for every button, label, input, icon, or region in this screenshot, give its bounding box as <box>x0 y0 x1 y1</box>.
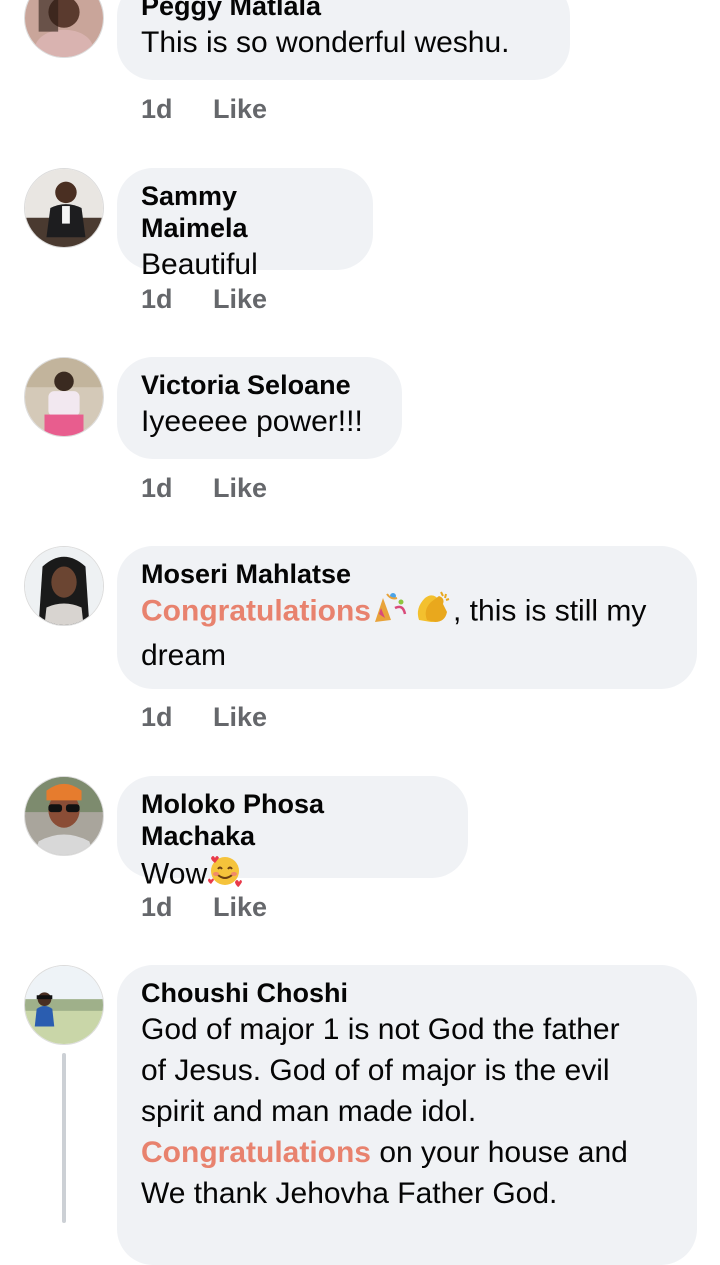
comment-text-line: dream <box>141 639 227 672</box>
comment-time[interactable]: 1d <box>141 473 213 504</box>
clapping-hands-emoji <box>413 590 451 635</box>
like-button[interactable]: Like <box>213 892 267 923</box>
avatar[interactable] <box>24 776 104 856</box>
comment-text-part: , this is still my <box>453 594 647 628</box>
comment-meta: 1d Like <box>141 892 267 923</box>
commenter-name[interactable]: Moloko Phosa Machaka <box>141 788 444 852</box>
avatar[interactable] <box>24 168 104 248</box>
comment-time[interactable]: 1d <box>141 284 213 315</box>
comment-meta: 1d Like <box>141 284 267 315</box>
comment-bubble[interactable]: Peggy Matlala This is so wonderful weshu… <box>117 0 570 80</box>
commenter-name[interactable]: Victoria Seloane <box>141 369 378 401</box>
comment-text: Congratulations , this is still my dream <box>141 590 673 676</box>
comment-bubble[interactable]: Moloko Phosa Machaka Wow <box>117 776 468 890</box>
comment-bubble[interactable]: Sammy Maimela Beautiful <box>117 168 373 281</box>
comment-text: God of major 1 is not God the father of … <box>141 1009 673 1214</box>
comment-text: Beautiful <box>141 248 258 281</box>
comment-time[interactable]: 1d <box>141 702 213 733</box>
comment-text-part: on your house and <box>371 1136 628 1169</box>
commenter-name[interactable]: Sammy Maimela <box>141 180 349 244</box>
comment-bubble[interactable]: Victoria Seloane Iyeeeee power!!! <box>117 357 402 459</box>
like-button[interactable]: Like <box>213 284 267 315</box>
avatar[interactable] <box>24 357 104 437</box>
comment-text-line: Congratulations on your house and <box>141 1132 673 1173</box>
comment-text: Iyeeeee power!!! <box>141 405 363 438</box>
comment-bubble[interactable]: Choushi Choshi God of major 1 is not God… <box>117 965 697 1265</box>
comment-meta: 1d Like <box>141 94 267 125</box>
comment-time[interactable]: 1d <box>141 892 213 923</box>
avatar[interactable] <box>24 546 104 626</box>
reply-thread-line <box>62 1053 66 1223</box>
comment-text-line: God of major 1 is not God the father <box>141 1013 620 1046</box>
avatar[interactable] <box>24 0 104 58</box>
comment-text-line: We thank Jehovha Father God. <box>141 1177 558 1210</box>
comment-text-line: spirit and man made idol. <box>141 1095 477 1128</box>
comment-time[interactable]: 1d <box>141 94 213 125</box>
like-button[interactable]: Like <box>213 473 267 504</box>
hashtag-link[interactable]: Congratulations <box>141 1136 371 1169</box>
commenter-name[interactable]: Choushi Choshi <box>141 977 673 1009</box>
like-button[interactable]: Like <box>213 702 267 733</box>
comment-bubble[interactable]: Moseri Mahlatse Congratulations , this is… <box>117 546 697 689</box>
hashtag-link[interactable]: Congratulations <box>141 594 371 627</box>
comment-meta: 1d Like <box>141 473 267 504</box>
commenter-name[interactable]: Moseri Mahlatse <box>141 558 673 590</box>
comment-text-part: Wow <box>141 857 208 891</box>
comment-text-line: of Jesus. God of of major is the evil <box>141 1054 610 1087</box>
party-popper-emoji <box>373 590 409 635</box>
comment-meta: 1d Like <box>141 702 267 733</box>
comment-text: This is so wonderful weshu. <box>141 26 510 59</box>
like-button[interactable]: Like <box>213 94 267 125</box>
avatar[interactable] <box>24 965 104 1045</box>
commenter-name[interactable]: Peggy Matlala <box>141 0 546 22</box>
